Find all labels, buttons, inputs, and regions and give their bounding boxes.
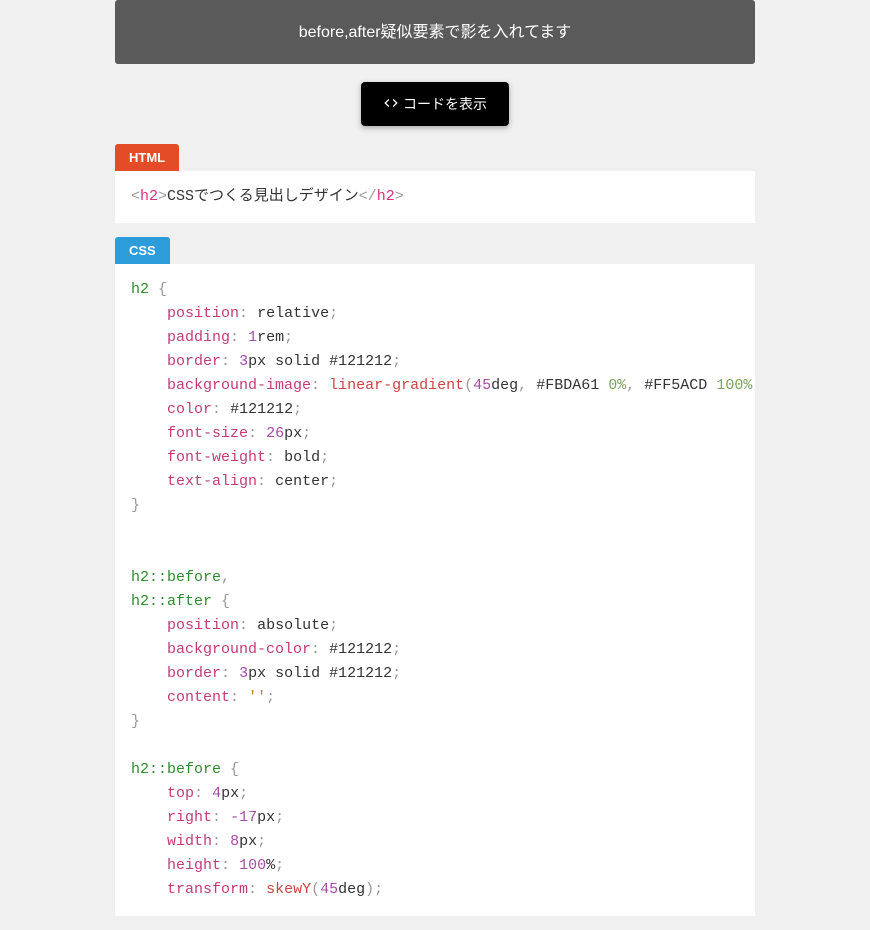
prop: border <box>167 353 221 370</box>
sel-before2: h2::before <box>131 761 221 778</box>
prop: font-size <box>167 425 248 442</box>
prop: color <box>167 401 212 418</box>
angle-close2: > <box>395 188 404 205</box>
prop: height <box>167 857 221 874</box>
prop: transform <box>167 881 248 898</box>
prop: position <box>167 617 239 634</box>
sel-h2: h2 <box>131 281 149 298</box>
sel-before: h2::before <box>131 569 221 586</box>
show-code-label: コードを表示 <box>403 94 487 114</box>
prop: background-color <box>167 641 311 658</box>
angle-open: < <box>131 188 140 205</box>
prop: width <box>167 833 212 850</box>
prop: padding <box>167 329 230 346</box>
prop: background-image <box>167 377 311 394</box>
prop: position <box>167 305 239 322</box>
show-code-wrapper: コードを表示 <box>115 82 755 126</box>
prop: right <box>167 809 212 826</box>
prop: font-weight <box>167 449 266 466</box>
css-code-block: h2 { position: relative; padding: 1rem; … <box>115 264 755 916</box>
tab-html: HTML <box>115 144 179 171</box>
html-text: CSSでつくる見出しデザイン <box>167 188 359 205</box>
angle-open-slash: </ <box>359 188 377 205</box>
tab-css: CSS <box>115 237 170 264</box>
banner-text: before,after疑似要素で影を入れてます <box>299 24 572 41</box>
prop: content <box>167 689 230 706</box>
code-icon <box>383 95 399 114</box>
tag-open: h2 <box>140 188 158 205</box>
sel-after: h2::after <box>131 593 212 610</box>
prop: top <box>167 785 194 802</box>
html-code-block: <h2>CSSでつくる見出しデザイン</h2> <box>115 171 755 223</box>
description-banner: before,after疑似要素で影を入れてます <box>115 0 755 64</box>
css-section: CSS h2 { position: relative; padding: 1r… <box>115 237 755 916</box>
prop: text-align <box>167 473 257 490</box>
tag-close: h2 <box>377 188 395 205</box>
show-code-button[interactable]: コードを表示 <box>361 82 509 126</box>
prop: border <box>167 665 221 682</box>
html-section: HTML <h2>CSSでつくる見出しデザイン</h2> <box>115 144 755 223</box>
angle-close: > <box>158 188 167 205</box>
